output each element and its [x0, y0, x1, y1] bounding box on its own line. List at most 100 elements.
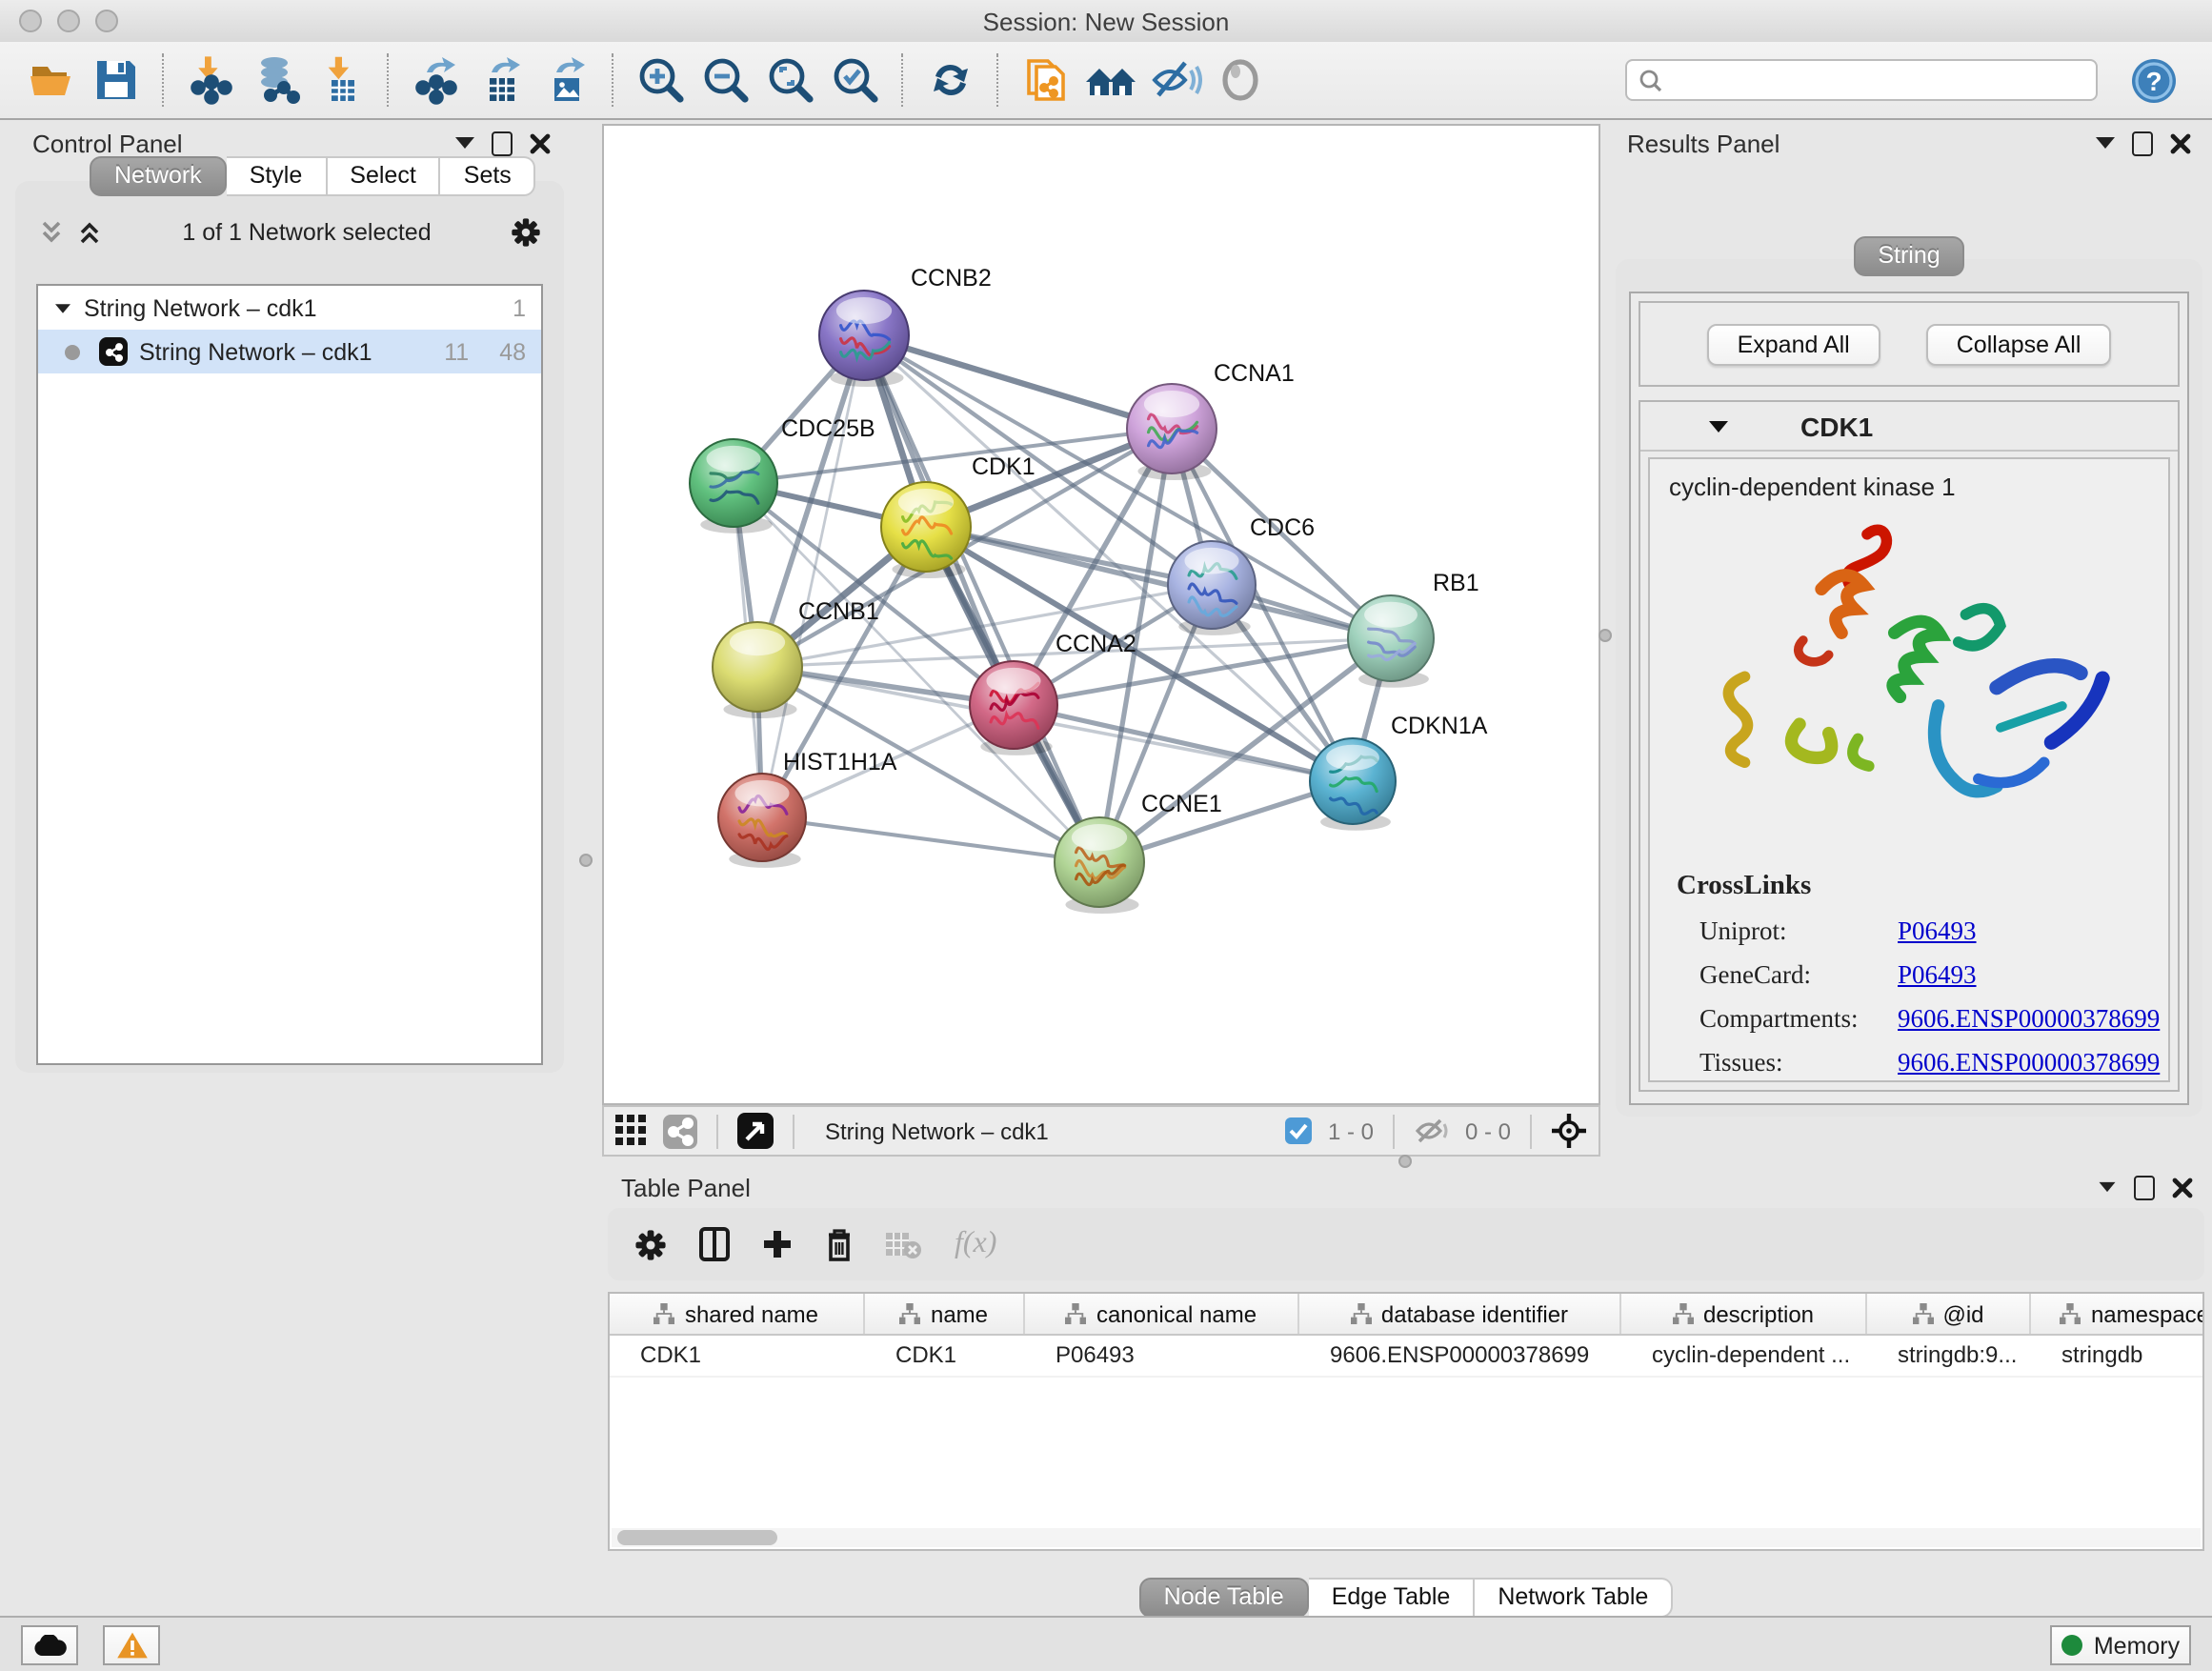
new-network-icon[interactable]	[408, 51, 465, 109]
collapse-all-icon[interactable]	[38, 219, 65, 246]
home-icon[interactable]	[1082, 51, 1139, 109]
tab-sets[interactable]: Sets	[441, 156, 536, 196]
import-network-icon[interactable]	[183, 51, 240, 109]
bottom-splitter-handle[interactable]	[1398, 1155, 1412, 1168]
network-selection-status: 1 of 1 Network selected	[103, 219, 511, 246]
help-icon[interactable]: ?	[2124, 51, 2182, 109]
selected-nodes-checkbox[interactable]	[1284, 1117, 1313, 1145]
float-panel-icon[interactable]	[2096, 137, 2115, 149]
network-node-CDK1[interactable]: CDK1	[881, 453, 1036, 578]
import-table-icon[interactable]	[312, 51, 370, 109]
function-builder-icon[interactable]: f(x)	[955, 1227, 996, 1261]
tab-string[interactable]: String	[1853, 236, 1964, 276]
network-row-selected[interactable]: String Network – cdk1 11 48	[38, 330, 541, 373]
float-panel-icon[interactable]	[2100, 1182, 2116, 1192]
column-header-description[interactable]: description	[1621, 1294, 1867, 1334]
scrollbar-thumb[interactable]	[617, 1530, 777, 1545]
network-node-RB1[interactable]: RB1	[1348, 570, 1479, 688]
import-database-icon[interactable]	[248, 51, 305, 109]
column-header-name[interactable]: name	[865, 1294, 1025, 1334]
presentation-mode-icon[interactable]	[1212, 51, 1269, 109]
cell-name[interactable]: CDK1	[865, 1336, 1025, 1376]
application-window: Session: New Session	[0, 0, 2212, 1671]
new-table-icon[interactable]	[473, 51, 530, 109]
tab-select[interactable]: Select	[327, 156, 441, 196]
gene-entry-header[interactable]: CDK1	[1640, 402, 2178, 452]
maximize-panel-icon[interactable]	[2134, 1175, 2155, 1199]
add-column-icon[interactable]	[762, 1229, 793, 1259]
close-panel-icon[interactable]	[530, 132, 551, 153]
show-columns-icon[interactable]	[699, 1227, 730, 1261]
memory-button[interactable]: Memory	[2050, 1625, 2191, 1665]
tab-node-table[interactable]: Node Table	[1139, 1578, 1309, 1618]
network-view-canvas[interactable]: CCNB2CCNA1CDC25BCDK1CDC6RB1CCNB1CCNA2CDK…	[602, 124, 1600, 1105]
tab-style[interactable]: Style	[227, 156, 328, 196]
network-node-HIST1H1A[interactable]: HIST1H1A	[718, 749, 897, 868]
network-node-CCNA1[interactable]: CCNA1	[1127, 360, 1295, 480]
open-session-icon[interactable]	[23, 51, 80, 109]
cell-shared-name[interactable]: CDK1	[610, 1336, 865, 1376]
left-splitter-handle[interactable]	[579, 854, 593, 867]
expand-all-button[interactable]: Expand All	[1707, 323, 1880, 365]
svg-text:?: ?	[2144, 66, 2161, 95]
refresh-layout-icon[interactable]	[922, 51, 979, 109]
tab-edge-table[interactable]: Edge Table	[1309, 1578, 1476, 1618]
zoom-in-icon[interactable]	[633, 51, 690, 109]
collection-expander-icon[interactable]	[55, 303, 70, 312]
column-header-shared-name[interactable]: shared name	[610, 1294, 865, 1334]
table-hscrollbar[interactable]	[612, 1528, 2201, 1547]
export-image-icon[interactable]	[537, 51, 594, 109]
collapse-entry-icon[interactable]	[1709, 420, 1728, 432]
close-panel-icon[interactable]	[2172, 1177, 2193, 1198]
cell-description[interactable]: cyclin-dependent ...	[1621, 1336, 1867, 1376]
session-snapshot-icon[interactable]	[1017, 51, 1075, 109]
delete-table-icon[interactable]	[886, 1230, 922, 1258]
collapse-all-button[interactable]: Collapse All	[1926, 323, 2112, 365]
cloud-status-button[interactable]	[21, 1625, 78, 1665]
network-options-gear-icon[interactable]	[511, 217, 541, 248]
column-header--id[interactable]: @id	[1867, 1294, 2031, 1334]
network-collection-row[interactable]: String Network – cdk1 1	[38, 286, 541, 330]
cell-canonical-name[interactable]: P06493	[1025, 1336, 1299, 1376]
column-header-namespace[interactable]: namespace	[2031, 1294, 2204, 1334]
maximize-panel-icon[interactable]	[492, 131, 513, 155]
grid-view-icon[interactable]	[615, 1115, 648, 1147]
network-node-CDKN1A[interactable]: CDKN1A	[1310, 713, 1488, 831]
network-badge-icon[interactable]	[663, 1114, 697, 1148]
table-options-gear-icon[interactable]	[634, 1228, 667, 1260]
birdseye-view-icon[interactable]	[737, 1113, 774, 1149]
tab-network-table[interactable]: Network Table	[1475, 1578, 1673, 1618]
cell-database-identifier[interactable]: 9606.ENSP00000378699	[1299, 1336, 1621, 1376]
save-session-icon[interactable]	[88, 51, 145, 109]
network-node-CCNE1[interactable]: CCNE1	[1055, 791, 1222, 914]
cell-namespace[interactable]: stringdb	[2031, 1336, 2204, 1376]
cell--id[interactable]: stringdb:9...	[1867, 1336, 2031, 1376]
hidden-elements-icon[interactable]	[1414, 1117, 1450, 1145]
delete-column-icon[interactable]	[825, 1227, 854, 1261]
crosslink-compartments[interactable]: 9606.ENSP00000378699	[1898, 1004, 2160, 1035]
zoom-out-icon[interactable]	[697, 51, 754, 109]
float-panel-icon[interactable]	[455, 137, 474, 149]
column-header-canonical-name[interactable]: canonical name	[1025, 1294, 1299, 1334]
crosslink-genecard[interactable]: P06493	[1898, 960, 1977, 991]
crosslink-label: Compartments:	[1677, 1004, 1898, 1035]
right-splitter-handle[interactable]	[1599, 629, 1612, 642]
zoom-selected-icon[interactable]	[827, 51, 884, 109]
crosslink-tissues[interactable]: 9606.ENSP00000378699	[1898, 1048, 2160, 1078]
node-table[interactable]: shared namenamecanonical namedatabase id…	[608, 1292, 2204, 1551]
table-row[interactable]: CDK1CDK1P064939606.ENSP00000378699cyclin…	[610, 1336, 2202, 1378]
network-node-CDC25B[interactable]: CDC25B	[690, 415, 875, 534]
tab-network[interactable]: Network	[90, 156, 227, 196]
zoom-fit-icon[interactable]	[762, 51, 819, 109]
search-input[interactable]	[1625, 59, 2098, 101]
close-panel-icon[interactable]	[2170, 132, 2191, 153]
crosslink-label: GeneCard:	[1677, 960, 1898, 991]
maximize-panel-icon[interactable]	[2132, 131, 2153, 155]
hide-panels-icon[interactable]	[1147, 51, 1204, 109]
column-header-database-identifier[interactable]: database identifier	[1299, 1294, 1621, 1334]
expand-all-icon[interactable]	[76, 219, 103, 246]
crosslink-uniprot[interactable]: P06493	[1898, 916, 1977, 947]
fit-selected-icon[interactable]	[1551, 1113, 1587, 1149]
warning-status-button[interactable]	[103, 1625, 160, 1665]
network-node-CCNA2[interactable]: CCNA2	[970, 631, 1136, 755]
